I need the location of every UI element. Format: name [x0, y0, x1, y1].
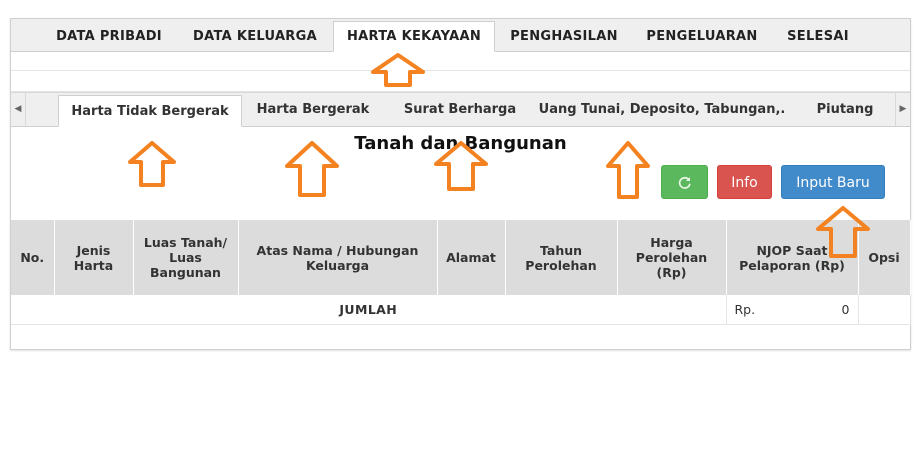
up-arrow-icon	[285, 141, 339, 197]
empty-row	[11, 71, 910, 92]
table-header-row: No. Jenis Harta Luas Tanah/ Luas Banguna…	[11, 220, 911, 295]
subtab-harta-bergerak[interactable]: Harta Bergerak	[247, 96, 379, 124]
subtab-piutang[interactable]: Piutang	[809, 96, 881, 124]
jumlah-label: JUMLAH	[11, 295, 727, 325]
subtab-harta-tidak-bergerak[interactable]: Harta Tidak Bergerak	[58, 95, 242, 127]
tab-data-keluarga[interactable]: DATA KELUARGA	[181, 23, 329, 50]
main-tab-bar: DATA PRIBADI DATA KELUARGA HARTA KEKAYAA…	[11, 19, 910, 52]
total-value: 0	[841, 302, 850, 317]
info-button[interactable]: Info	[717, 165, 772, 199]
up-arrow-icon	[371, 53, 425, 87]
subtab-uang-tunai[interactable]: Uang Tunai, Deposito, Tabungan,.	[536, 96, 788, 124]
currency-label: Rp.	[734, 302, 756, 317]
tab-data-pribadi[interactable]: DATA PRIBADI	[41, 23, 177, 50]
col-header-no: No.	[11, 220, 55, 295]
subtab-surat-berharga[interactable]: Surat Berharga	[393, 96, 527, 124]
col-header-atas-nama: Atas Nama / Hubungan Keluarga	[238, 220, 438, 295]
opsi-empty-cell	[858, 295, 911, 325]
tab-selesai[interactable]: SELESAI	[773, 23, 863, 50]
empty-row	[11, 52, 910, 71]
up-arrow-icon	[606, 141, 650, 199]
tanah-bangunan-table: No. Jenis Harta Luas Tanah/ Luas Banguna…	[11, 220, 911, 325]
table-footer-row: JUMLAH Rp. 0	[11, 295, 911, 325]
sub-tab-bar: ◀ Harta Tidak Bergerak Harta Bergerak Su…	[11, 92, 910, 127]
col-header-alamat: Alamat	[437, 220, 506, 295]
col-header-jenis-harta: Jenis Harta	[54, 220, 134, 295]
scroll-right-icon[interactable]: ▶	[895, 93, 910, 126]
up-arrow-icon	[434, 141, 488, 191]
refresh-button[interactable]	[661, 165, 708, 199]
tab-harta-kekayaan[interactable]: HARTA KEKAYAAN	[333, 21, 495, 52]
col-header-tahun-perolehan: Tahun Perolehan	[505, 220, 618, 295]
tab-penghasilan[interactable]: PENGHASILAN	[497, 23, 631, 50]
col-header-harga-perolehan: Harga Perolehan (Rp)	[617, 220, 727, 295]
tab-pengeluaran[interactable]: PENGELUARAN	[635, 23, 769, 50]
col-header-luas: Luas Tanah/ Luas Bangunan	[133, 220, 239, 295]
input-baru-button[interactable]: Input Baru	[781, 165, 885, 199]
scroll-left-icon[interactable]: ◀	[11, 93, 26, 126]
up-arrow-icon	[128, 141, 176, 187]
up-arrow-icon	[816, 206, 870, 258]
njop-total: Rp. 0	[726, 295, 859, 325]
refresh-icon	[678, 176, 691, 189]
